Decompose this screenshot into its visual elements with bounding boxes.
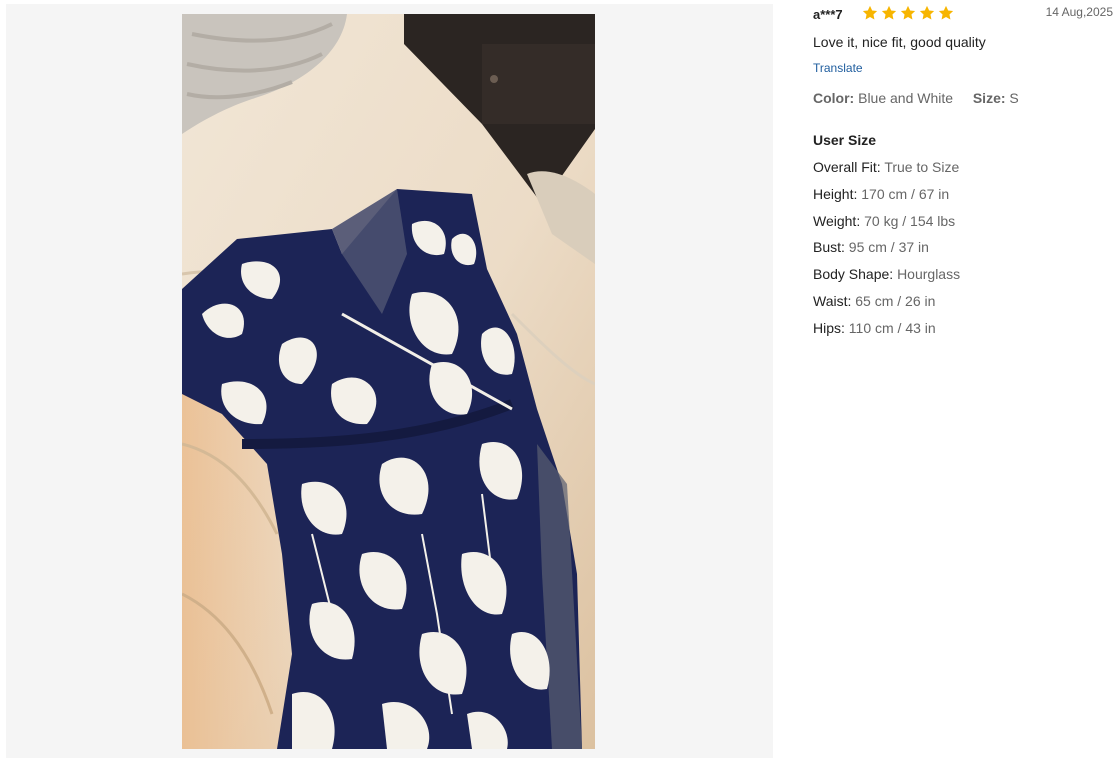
review-date: 14 Aug,2025 <box>1045 5 1113 19</box>
user-size-label: Waist: <box>813 292 852 309</box>
user-size-value: 70 kg / 154 lbs <box>864 212 956 229</box>
reviewer-name: a***7 <box>813 7 843 22</box>
review-photo[interactable] <box>182 14 595 749</box>
user-size-row: Bust: 95 cm / 37 in <box>813 238 960 265</box>
user-size-value: 170 cm / 67 in <box>861 185 950 202</box>
color-value: Blue and White <box>858 90 954 106</box>
star-icon <box>938 5 954 20</box>
star-icon <box>881 5 897 20</box>
star-rating <box>861 4 955 22</box>
size-value: S <box>1009 90 1019 106</box>
translate-link[interactable]: Translate <box>813 61 863 75</box>
star-icon <box>862 5 878 20</box>
dress-photo-illustration <box>182 14 595 749</box>
review-details: a***7 14 Aug,2025 Love it, nice fit, goo… <box>813 0 1113 760</box>
user-size-label: Weight: <box>813 212 861 229</box>
user-size-value: 110 cm / 43 in <box>848 319 936 336</box>
user-size-row: Weight: 70 kg / 154 lbs <box>813 212 960 239</box>
user-size-value: True to Size <box>884 159 960 175</box>
user-size-label: Overall Fit: <box>813 159 881 175</box>
user-size-label: Hips: <box>813 319 845 336</box>
user-size-row: Height: 170 cm / 67 in <box>813 185 960 212</box>
photo-viewer <box>6 4 773 758</box>
review-page: a***7 14 Aug,2025 Love it, nice fit, goo… <box>0 0 1120 760</box>
user-size-row: Waist: 65 cm / 26 in <box>813 292 960 319</box>
purchase-attributes: Color: Blue and White Size: S <box>813 90 1019 106</box>
review-text: Love it, nice fit, good quality <box>813 34 986 50</box>
star-icon <box>900 5 916 20</box>
user-size-value: Hourglass <box>897 266 961 283</box>
star-icon <box>919 5 935 20</box>
user-size-row: Body Shape: Hourglass <box>813 265 960 292</box>
user-size-label: Height: <box>813 185 858 202</box>
user-size-label: Bust: <box>813 239 845 256</box>
user-size-title: User Size <box>813 132 877 148</box>
user-size-list: Overall Fit: True to Size Height: 170 cm … <box>813 158 960 346</box>
color-label: Color: <box>813 90 855 106</box>
user-size-value: 95 cm / 37 in <box>848 239 929 256</box>
size-label: Size: <box>972 90 1006 106</box>
user-size-row: Overall Fit: True to Size <box>813 158 960 185</box>
user-size-label: Body Shape: <box>813 266 894 283</box>
user-size-value: 65 cm / 26 in <box>855 292 936 309</box>
user-size-row: Hips: 110 cm / 43 in <box>813 319 960 346</box>
